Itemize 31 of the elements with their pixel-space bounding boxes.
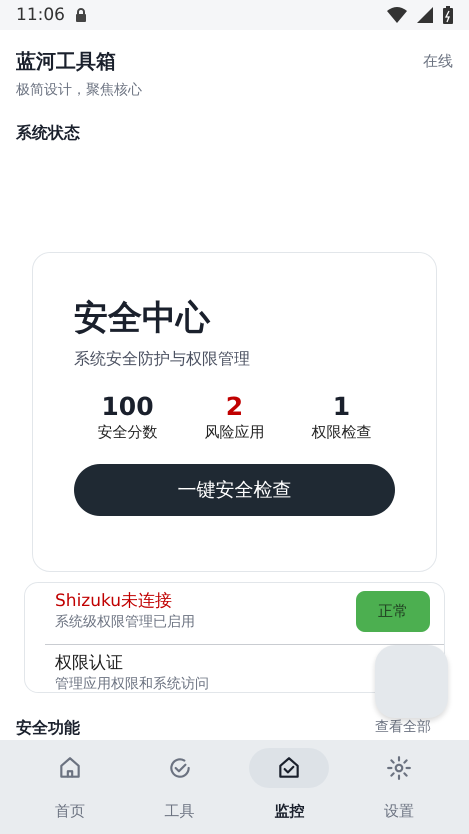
battery-icon (443, 6, 453, 24)
nav-tab[interactable]: 设置 (354, 740, 444, 834)
status-time: 11:06 (16, 5, 65, 25)
signal-icon (417, 7, 433, 23)
status-subtitle: 管理应用权限和系统访问 (55, 676, 209, 692)
stat-value: 2 (226, 392, 244, 421)
nav-tab[interactable]: 首页 (24, 740, 115, 834)
section-title: 安全功能 (16, 719, 80, 737)
stat-value: 1 (332, 392, 350, 421)
view-all-link[interactable]: 查看全部 (375, 720, 431, 736)
floating-button[interactable] (375, 645, 448, 718)
stat-value: 100 (101, 392, 154, 421)
settings-icon (386, 755, 412, 781)
card-subtitle: 系统安全防护与权限管理 (74, 349, 251, 370)
online-status: 在线 (423, 52, 453, 72)
status-title: 权限认证 (55, 653, 124, 674)
security-check-button[interactable]: 一键安全检查 (74, 464, 395, 516)
status-badge: 正常 (356, 591, 430, 632)
stat-label: 安全分数 (98, 423, 158, 442)
lock-icon (75, 8, 87, 22)
card-title: 安全中心 (74, 297, 212, 340)
app-subtitle: 极简设计，聚焦核心 (16, 81, 142, 99)
section-title: 系统状态 (15, 122, 81, 144)
nav-tab[interactable]: 监控 (244, 740, 334, 834)
wifi-icon (387, 7, 407, 23)
status-subtitle: 系统级权限管理已启用 (55, 614, 195, 632)
stat-label: 风险应用 (204, 423, 264, 442)
status-title: Shizuku未连接 (55, 591, 174, 612)
app-title: 蓝河工具箱 (16, 48, 117, 75)
nav-tab[interactable]: 工具 (134, 740, 225, 834)
stat-label: 权限检查 (312, 423, 372, 442)
